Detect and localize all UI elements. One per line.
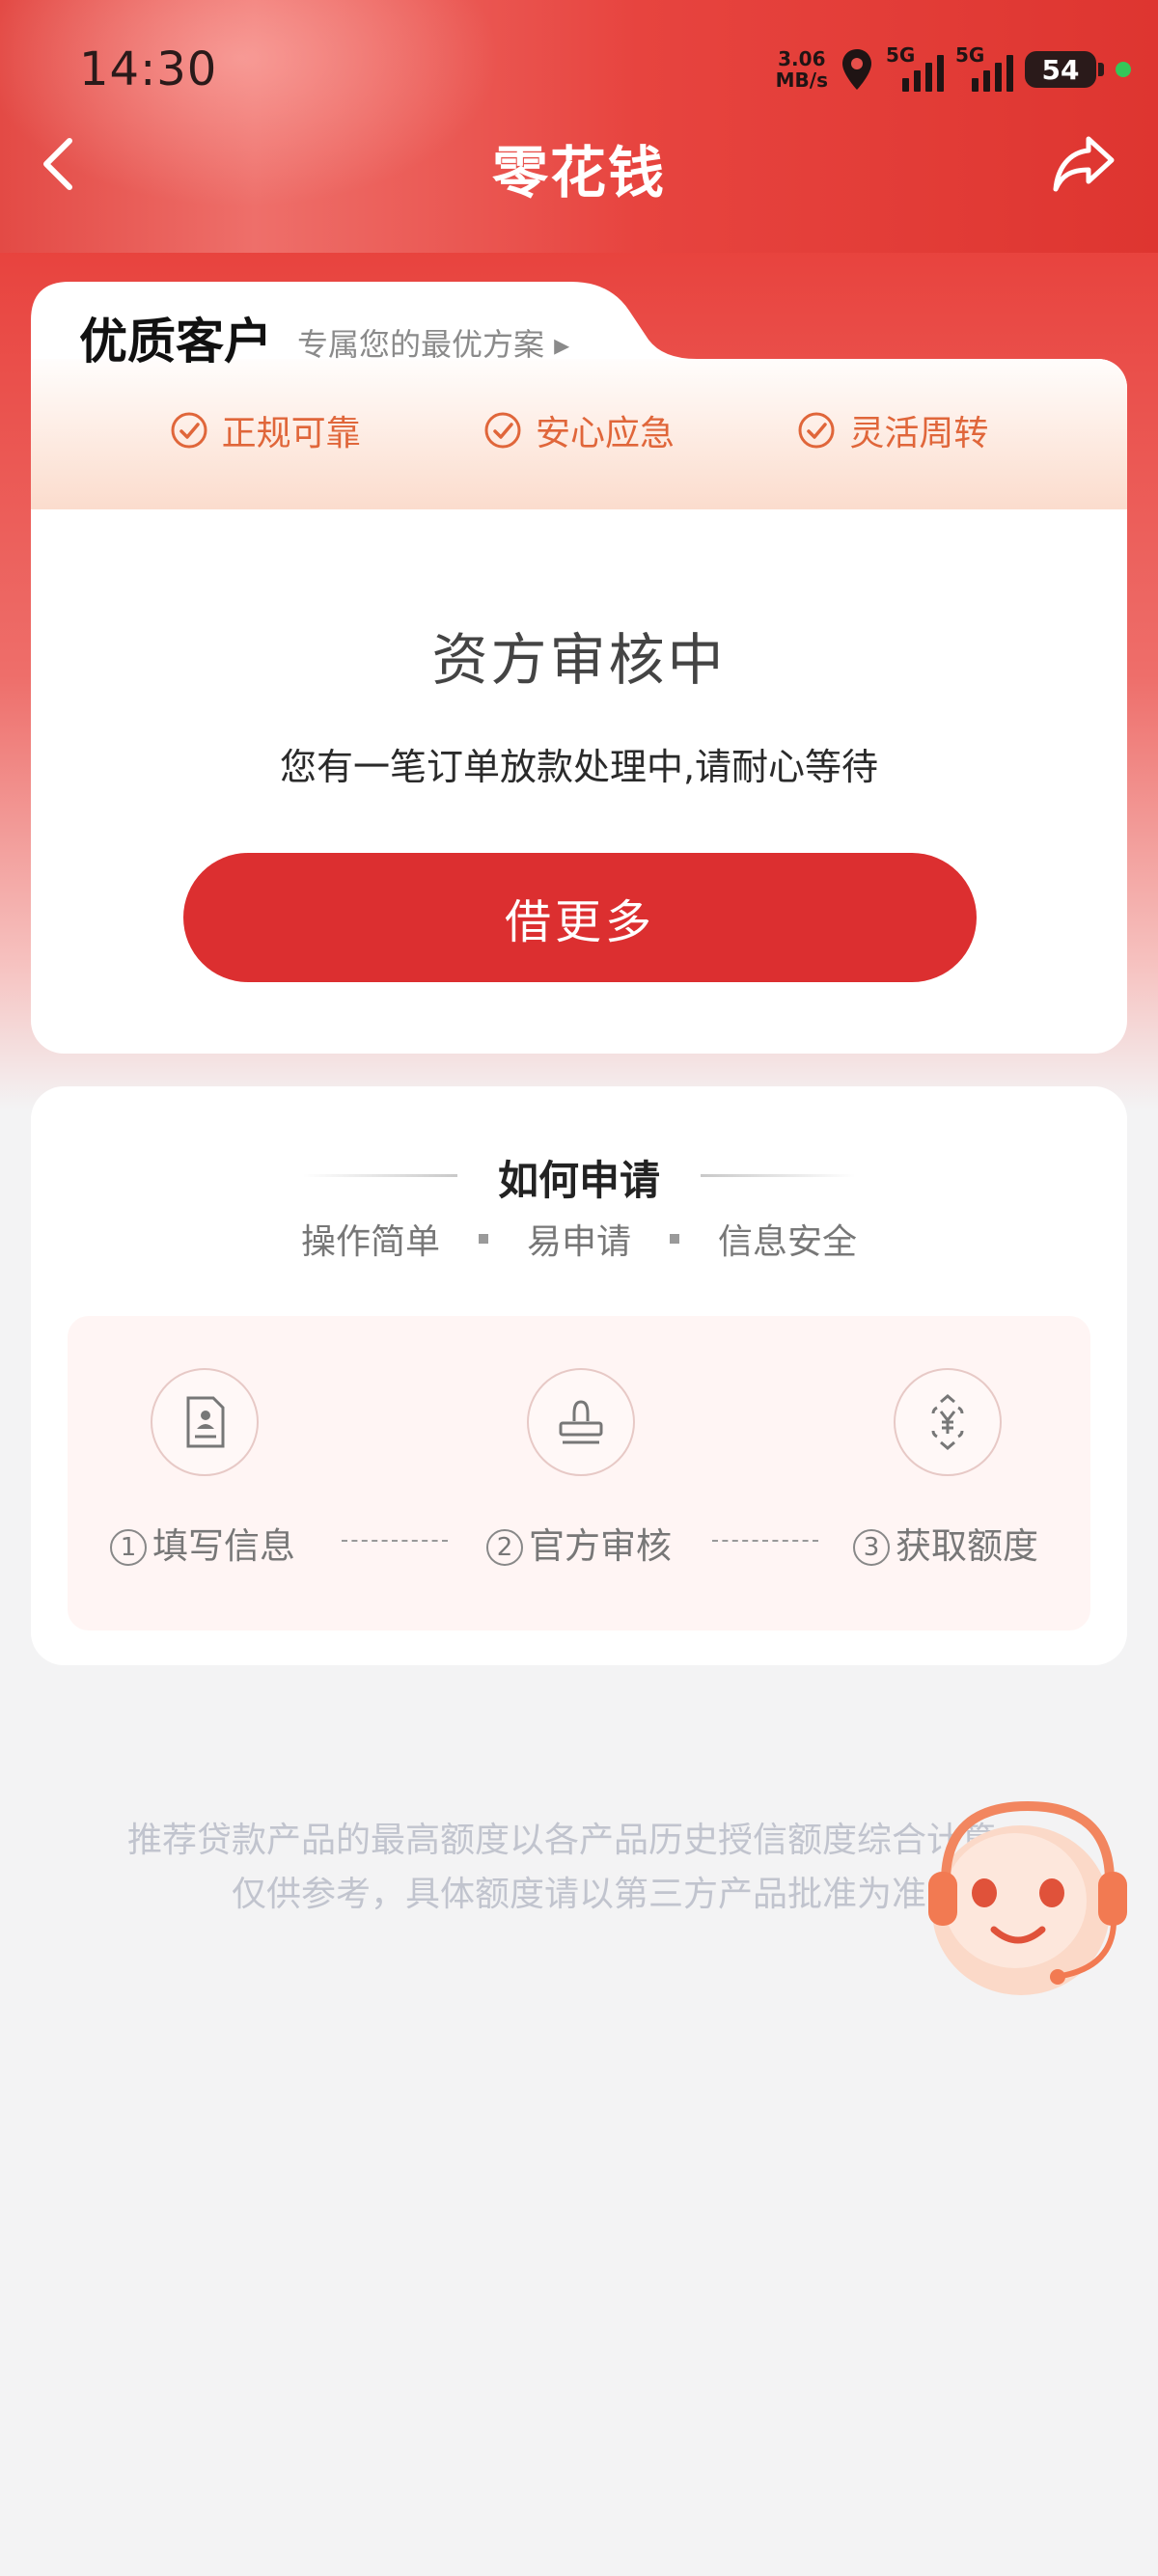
battery-level: 54 [1041,53,1080,86]
vip-card: 正规可靠 安心应急 灵活周转 资方审核中 您有一笔订单放款处理中,请耐心等待 借… [31,282,1127,1054]
signal-icon-sim1: 5G [886,43,944,92]
how-to-apply-title: 如何申请 [497,1157,660,1204]
vip-card-body: 正规可靠 安心应急 灵活周转 资方审核中 您有一笔订单放款处理中,请耐心等待 借… [31,359,1127,1054]
nav-bar: 零花钱 [0,116,1158,212]
step-icon-circle [894,1368,1002,1476]
step-icon-circle [151,1368,259,1476]
network-speed-value: 3.06 [778,47,826,70]
stamp-icon [559,1400,603,1444]
step-text: 填写信息 [152,1525,295,1567]
signal-icon-sim2: 5G [955,43,1013,92]
separator-dot [670,1234,679,1244]
feature-item: 灵活周转 [797,405,988,455]
step-number: 1 [110,1529,147,1566]
status-title: 资方审核中 [431,627,727,693]
status-description: 您有一笔订单放款处理中,请耐心等待 [279,746,879,788]
sim1-label: 5G [886,43,916,67]
feature-label: 灵活周转 [849,414,989,453]
step-label: 2 官方审核 [434,1517,724,1569]
steps-box: 1 填写信息 2 官方审核 3 获取额度 [68,1316,1090,1631]
location-icon [842,49,871,90]
status-icons: 3.06 MB/s 5G 5G 54 [776,41,1131,98]
tag-label: 易申请 [526,1222,631,1262]
step-icon-circle [527,1368,635,1476]
charging-dot-icon [1116,62,1131,77]
check-circle-icon [171,412,207,449]
status-time: 14:30 [79,42,218,96]
sim2-label: 5G [955,43,985,67]
step-item: 2 官方审核 [434,1316,724,1631]
step-item: 1 填写信息 [58,1316,347,1631]
borrow-more-button[interactable]: 借更多 [183,853,977,982]
separator-dot [478,1234,488,1244]
step-connector [342,1540,448,1542]
page-title: 零花钱 [491,140,666,206]
step-text: 获取额度 [896,1525,1038,1567]
features-row: 正规可靠 安心应急 灵活周转 [31,405,1127,455]
check-circle-icon [798,412,835,449]
feature-item: 正规可靠 [170,405,361,455]
feature-item: 安心应急 [483,405,675,455]
tag-label: 信息安全 [718,1222,858,1262]
step-text: 官方审核 [529,1525,672,1567]
step-number: 2 [486,1529,523,1566]
share-icon[interactable] [1050,133,1117,195]
battery-icon: 54 [1025,51,1104,88]
vip-title: 优质客户 [79,314,272,370]
step-number: 3 [853,1529,890,1566]
vip-subtitle-link[interactable]: 专属您的最优方案 ▸ [297,320,569,365]
customer-service-mascot-icon[interactable] [907,1795,1148,2007]
tag-label: 操作简单 [300,1222,440,1262]
apply-tags: 操作简单 易申请 信息安全 [31,1214,1127,1264]
step-item: 3 获取额度 [801,1316,1090,1631]
feature-label: 正规可靠 [221,414,361,453]
check-circle-icon [484,412,521,449]
yuan-icon [931,1394,964,1450]
step-label: 1 填写信息 [58,1517,347,1569]
form-icon [186,1396,225,1448]
how-to-apply-card: 如何申请 操作简单 易申请 信息安全 1 填写信息 2 官方审核 3 获取额度 [31,1086,1127,1665]
disclaimer-text: 推荐贷款产品的最高额度以各产品历史授信额度综合计算，仅供参考，具体额度请以第三方… [126,1821,1031,1914]
title-divider-right [701,1174,855,1177]
step-label: 3 获取额度 [801,1517,1090,1569]
network-speed: 3.06 MB/s [776,48,828,91]
network-speed-unit: MB/s [775,69,828,92]
feature-label: 安心应急 [535,414,675,453]
